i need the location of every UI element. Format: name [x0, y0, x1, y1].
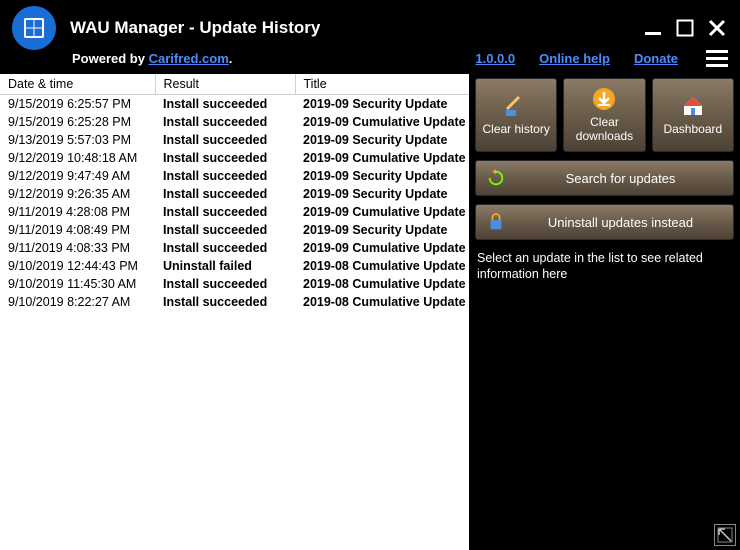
side-panel: Clear history Clear downloads Dashboard … [469, 74, 740, 550]
table-header-row: Date & time Result Title [0, 74, 469, 95]
table-row[interactable]: 9/13/2019 5:57:03 PMInstall succeeded201… [0, 131, 469, 149]
download-icon [592, 87, 616, 111]
cell-title: 2019-09 Security Update [295, 221, 469, 239]
table-row[interactable]: 9/11/2019 4:08:49 PMInstall succeeded201… [0, 221, 469, 239]
cell-result: Install succeeded [155, 275, 295, 293]
online-help-link[interactable]: Online help [539, 51, 610, 66]
cell-result: Install succeeded [155, 293, 295, 311]
cell-result: Install succeeded [155, 239, 295, 257]
cell-title: 2019-09 Cumulative Update [295, 239, 469, 257]
content-area: Date & time Result Title 9/15/2019 6:25:… [0, 74, 740, 550]
minimize-button[interactable] [642, 17, 664, 39]
hamburger-icon [706, 50, 728, 53]
home-icon [681, 94, 705, 118]
cell-title: 2019-08 Cumulative Update [295, 257, 469, 275]
cell-datetime: 9/10/2019 8:22:27 AM [0, 293, 155, 311]
col-result[interactable]: Result [155, 74, 295, 95]
cell-title: 2019-09 Security Update [295, 95, 469, 114]
cell-result: Install succeeded [155, 113, 295, 131]
maximize-button[interactable] [674, 17, 696, 39]
table-row[interactable]: 9/12/2019 9:26:35 AMInstall succeeded201… [0, 185, 469, 203]
maximize-icon [676, 19, 694, 37]
cell-title: 2019-09 Cumulative Update [295, 149, 469, 167]
cell-datetime: 9/15/2019 6:25:28 PM [0, 113, 155, 131]
col-title[interactable]: Title [295, 74, 469, 95]
cell-datetime: 9/12/2019 9:26:35 AM [0, 185, 155, 203]
cell-result: Install succeeded [155, 131, 295, 149]
cell-datetime: 9/11/2019 4:08:33 PM [0, 239, 155, 257]
app-icon [12, 6, 56, 50]
clear-history-button[interactable]: Clear history [475, 78, 557, 152]
cell-title: 2019-08 Cumulative Update [295, 275, 469, 293]
cell-result: Install succeeded [155, 203, 295, 221]
refresh-icon [486, 168, 506, 188]
table-row[interactable]: 9/15/2019 6:25:28 PMInstall succeeded201… [0, 113, 469, 131]
cell-datetime: 9/10/2019 12:44:43 PM [0, 257, 155, 275]
dashboard-button[interactable]: Dashboard [652, 78, 734, 152]
carifred-link[interactable]: Carifred.com [149, 51, 229, 66]
cell-datetime: 9/12/2019 10:48:18 AM [0, 149, 155, 167]
close-button[interactable] [706, 17, 728, 39]
cell-title: 2019-09 Cumulative Update [295, 203, 469, 221]
title-bar: WAU Manager - Update History [0, 0, 740, 50]
hint-text: Select an update in the list to see rela… [475, 248, 734, 285]
cell-result: Uninstall failed [155, 257, 295, 275]
table-row[interactable]: 9/11/2019 4:28:08 PMInstall succeeded201… [0, 203, 469, 221]
resize-grip[interactable] [714, 524, 736, 546]
windows-flag-icon [22, 16, 46, 40]
table-row[interactable]: 9/10/2019 11:45:30 AMInstall succeeded20… [0, 275, 469, 293]
cell-result: Install succeeded [155, 167, 295, 185]
cell-title: 2019-09 Cumulative Update [295, 113, 469, 131]
powered-by-label: Powered by Carifred.com. [72, 51, 232, 66]
cell-title: 2019-09 Security Update [295, 167, 469, 185]
minimize-icon [644, 19, 662, 37]
lock-icon [486, 212, 506, 232]
cell-datetime: 9/13/2019 5:57:03 PM [0, 131, 155, 149]
sub-header: Powered by Carifred.com. 1.0.0.0 Online … [0, 50, 740, 74]
close-icon [707, 18, 727, 38]
search-updates-button[interactable]: Search for updates [475, 160, 734, 196]
col-datetime[interactable]: Date & time [0, 74, 155, 95]
cell-datetime: 9/10/2019 11:45:30 AM [0, 275, 155, 293]
broom-icon [504, 94, 528, 118]
cell-result: Install succeeded [155, 149, 295, 167]
table-row[interactable]: 9/11/2019 4:08:33 PMInstall succeeded201… [0, 239, 469, 257]
history-table: Date & time Result Title 9/15/2019 6:25:… [0, 74, 469, 311]
clear-downloads-button[interactable]: Clear downloads [563, 78, 645, 152]
cell-datetime: 9/12/2019 9:47:49 AM [0, 167, 155, 185]
table-row[interactable]: 9/12/2019 9:47:49 AMInstall succeeded201… [0, 167, 469, 185]
table-row[interactable]: 9/10/2019 12:44:43 PMUninstall failed201… [0, 257, 469, 275]
uninstall-updates-button[interactable]: Uninstall updates instead [475, 204, 734, 240]
cell-title: 2019-09 Security Update [295, 185, 469, 203]
donate-link[interactable]: Donate [634, 51, 678, 66]
cell-result: Install succeeded [155, 221, 295, 239]
menu-button[interactable] [706, 50, 728, 67]
version-link[interactable]: 1.0.0.0 [475, 51, 515, 66]
window-title: WAU Manager - Update History [70, 18, 642, 38]
cell-datetime: 9/11/2019 4:28:08 PM [0, 203, 155, 221]
cell-datetime: 9/15/2019 6:25:57 PM [0, 95, 155, 114]
table-row[interactable]: 9/12/2019 10:48:18 AMInstall succeeded20… [0, 149, 469, 167]
history-table-container[interactable]: Date & time Result Title 9/15/2019 6:25:… [0, 74, 469, 550]
cell-result: Install succeeded [155, 95, 295, 114]
resize-icon [717, 527, 733, 543]
cell-title: 2019-09 Security Update [295, 131, 469, 149]
cell-result: Install succeeded [155, 185, 295, 203]
cell-datetime: 9/11/2019 4:08:49 PM [0, 221, 155, 239]
table-row[interactable]: 9/10/2019 8:22:27 AMInstall succeeded201… [0, 293, 469, 311]
table-row[interactable]: 9/15/2019 6:25:57 PMInstall succeeded201… [0, 95, 469, 114]
cell-title: 2019-08 Cumulative Update [295, 293, 469, 311]
